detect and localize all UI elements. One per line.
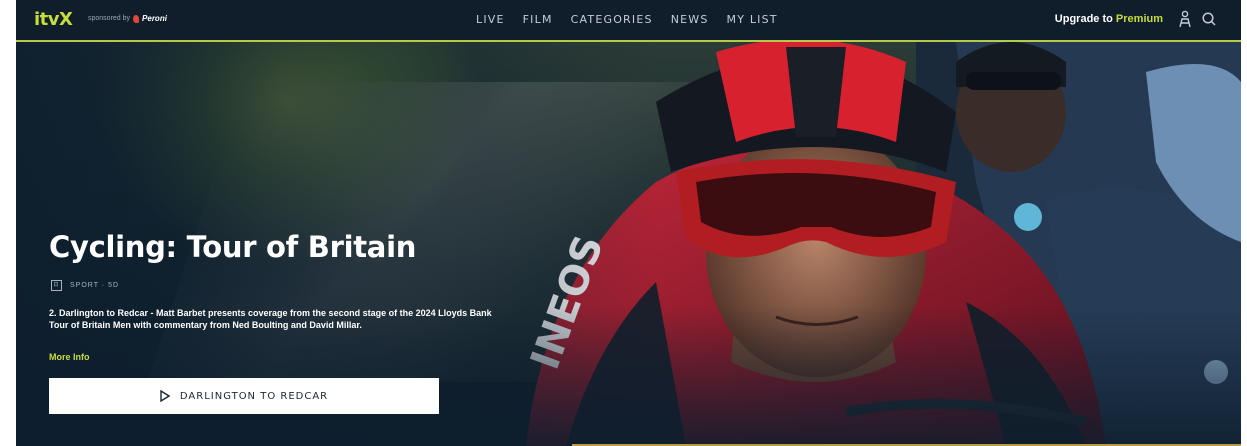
main-nav: LIVE FILM CATEGORIES NEWS MY LIST xyxy=(476,13,778,26)
nav-categories[interactable]: CATEGORIES xyxy=(571,13,653,26)
itvx-logo[interactable]: itvX xyxy=(34,9,73,30)
peroni-flame-icon xyxy=(133,14,140,23)
search-icon[interactable] xyxy=(1201,11,1217,27)
page-frame: itvX sponsored by Peroni LIVE FILM CATEG… xyxy=(16,0,1241,446)
sponsor-brand: Peroni xyxy=(142,14,167,23)
nav-film[interactable]: FILM xyxy=(523,13,553,26)
user-icon[interactable] xyxy=(1177,10,1193,28)
category-icon: ⊡ xyxy=(51,280,62,291)
play-button-label: DARLINGTON TO REDCAR xyxy=(179,390,329,402)
nav-my-list[interactable]: MY LIST xyxy=(727,13,778,26)
nav-news[interactable]: NEWS xyxy=(671,13,709,26)
hero-meta: ⊡ SPORT · 5D xyxy=(51,280,119,291)
more-info-link[interactable]: More Info xyxy=(49,352,90,362)
upgrade-prefix: Upgrade to xyxy=(1054,13,1113,25)
hero-description: 2. Darlington to Redcar - Matt Barbet pr… xyxy=(49,308,492,330)
upgrade-premium-text: Premium xyxy=(1115,13,1163,25)
play-icon xyxy=(160,390,170,402)
hero-banner: INEOS Cycling: Tour of Britain ⊡ SPORT ·… xyxy=(16,42,1241,446)
upgrade-to-premium-link[interactable]: Upgrade to Premium xyxy=(1055,13,1163,25)
top-navigation-bar: itvX sponsored by Peroni LIVE FILM CATEG… xyxy=(16,0,1241,42)
sponsor-prefix: sponsored by xyxy=(88,15,131,22)
hero-meta-text: SPORT · 5D xyxy=(70,282,120,289)
hero-title: Cycling: Tour of Britain xyxy=(49,230,417,264)
play-episode-button[interactable]: DARLINGTON TO REDCAR xyxy=(49,378,439,414)
sponsor-credit: sponsored by Peroni xyxy=(88,14,167,23)
nav-live[interactable]: LIVE xyxy=(476,13,505,26)
